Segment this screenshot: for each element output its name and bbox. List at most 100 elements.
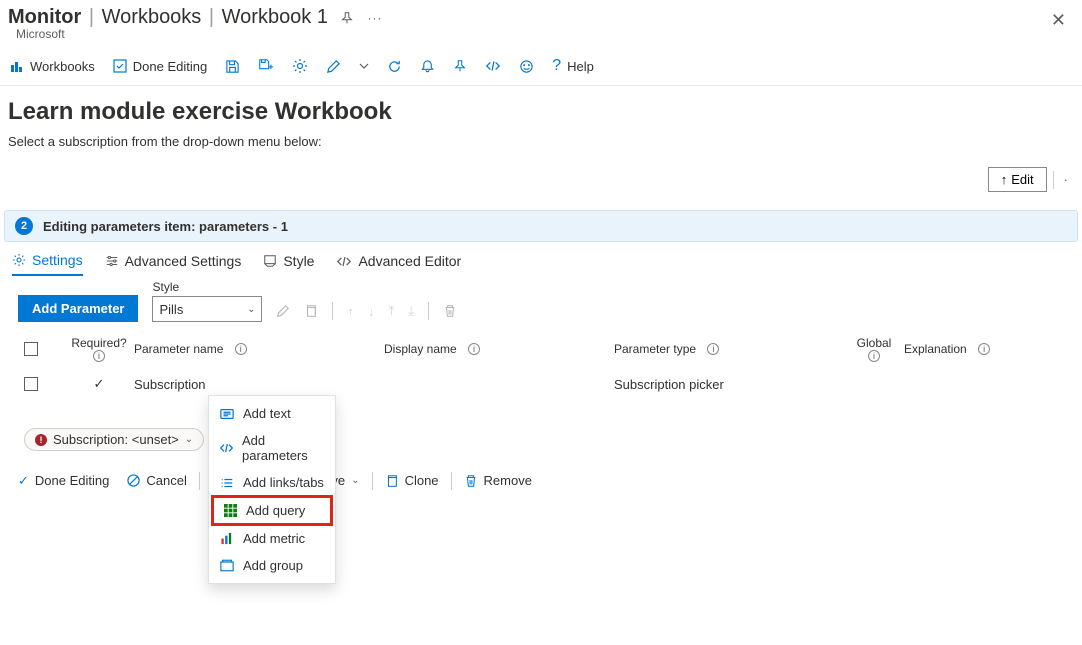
grid-icon — [222, 504, 238, 517]
separator — [332, 302, 333, 320]
code-icon — [219, 442, 234, 454]
arrow-top-icon[interactable]: ⤒ — [388, 303, 394, 319]
info-icon[interactable]: i — [468, 343, 480, 355]
section-header: 2 Editing parameters item: parameters - … — [4, 210, 1078, 242]
toolbar-help-label: Help — [567, 59, 594, 74]
add-parameter-button[interactable]: Add Parameter — [18, 295, 138, 322]
refresh-icon[interactable] — [387, 59, 402, 74]
toolbar: Workbooks Done Editing ? Help — [0, 51, 1082, 86]
pin-toolbar-icon[interactable] — [453, 59, 467, 73]
tab-settings[interactable]: Settings — [12, 252, 83, 276]
separator — [428, 302, 429, 320]
cell-param-name: Subscription — [134, 377, 384, 392]
tab-advanced-editor[interactable]: Advanced Editor — [336, 252, 461, 276]
save-icon[interactable] — [225, 59, 240, 74]
header: Monitor | Workbooks | Workbook 1 ··· Mic… — [0, 0, 1082, 51]
bc-monitor[interactable]: Monitor — [8, 6, 81, 28]
sliders-icon — [105, 254, 119, 268]
col-param-name: Parameter name i — [134, 342, 384, 356]
chevron-down-icon: ⌄ — [247, 304, 255, 315]
error-icon: ! — [35, 434, 47, 446]
remove-button[interactable]: Remove — [458, 471, 538, 490]
tab-style-label: Style — [283, 253, 314, 269]
edit-pencil-icon[interactable] — [326, 59, 341, 74]
menu-add-metric[interactable]: Add metric — [209, 525, 335, 552]
pin-icon[interactable] — [338, 9, 356, 27]
col-global: Globali — [844, 336, 904, 362]
pill-value: <unset> — [132, 432, 179, 447]
close-icon[interactable]: ✕ — [1043, 6, 1074, 35]
toolbar-done-label: Done Editing — [133, 59, 207, 74]
group-icon — [219, 559, 235, 572]
chevron-down-icon[interactable] — [359, 61, 369, 71]
trash-icon — [464, 474, 478, 488]
arrow-down-icon[interactable]: ↓ — [368, 304, 375, 319]
tab-settings-label: Settings — [32, 252, 83, 268]
col-required: Required?i — [64, 336, 134, 362]
info-icon[interactable]: i — [235, 343, 247, 355]
cancel-icon — [127, 474, 140, 487]
trash-icon[interactable] — [443, 304, 457, 318]
edit-button-label: Edit — [1011, 172, 1033, 187]
gear-icon[interactable] — [292, 58, 308, 74]
copy-icon[interactable] — [304, 304, 318, 318]
parameter-table: Required?i Parameter name i Display name… — [0, 328, 1082, 398]
alert-icon[interactable] — [420, 59, 435, 74]
menu-add-parameters[interactable]: Add parameters — [209, 427, 335, 469]
edit-icon[interactable] — [276, 304, 290, 318]
menu-add-text[interactable]: Add text — [209, 400, 335, 427]
arrow-up-icon[interactable]: ↑ — [347, 304, 354, 319]
edit-button[interactable]: ↑ Edit — [988, 167, 1047, 192]
toolbar-done[interactable]: Done Editing — [113, 59, 207, 74]
code-icon — [336, 255, 352, 268]
more-icon[interactable]: · — [1060, 172, 1072, 187]
col-param-type: Parameter type i — [614, 342, 844, 356]
bc-workbooks[interactable]: Workbooks — [102, 6, 202, 28]
info-icon[interactable]: i — [868, 350, 880, 362]
separator — [1053, 171, 1054, 189]
tab-editor-label: Advanced Editor — [358, 253, 461, 269]
bc-current: Workbook 1 — [222, 6, 328, 28]
info-icon[interactable]: i — [978, 343, 990, 355]
info-icon[interactable]: i — [93, 350, 105, 362]
select-all-checkbox[interactable] — [24, 342, 38, 356]
subscription-pill[interactable]: ! Subscription: <unset> ⌄ — [24, 428, 204, 451]
tab-style[interactable]: Style — [263, 252, 314, 276]
clone-button[interactable]: Clone — [379, 471, 445, 490]
feedback-icon[interactable] — [519, 59, 534, 74]
toolbar-workbooks-label: Workbooks — [30, 59, 95, 74]
col-explanation: Explanation i — [904, 342, 1024, 356]
style-select[interactable]: Pills ⌄ — [152, 296, 262, 322]
instruction-text: Select a subscription from the drop-down… — [8, 134, 1074, 149]
done-editing-button[interactable]: ✓Done Editing — [12, 471, 115, 491]
separator — [451, 472, 452, 490]
code-icon[interactable] — [485, 59, 501, 73]
tabs: Settings Advanced Settings Style Advance… — [0, 242, 1082, 276]
menu-add-links[interactable]: Add links/tabs — [209, 469, 335, 496]
cancel-button[interactable]: Cancel — [121, 471, 192, 490]
done-edit-icon — [113, 59, 127, 73]
menu-add-query[interactable]: Add query — [211, 495, 333, 526]
bottom-toolbar: ✓Done Editing Cancel ＋Add ⌄ Move ⌄ Clone… — [0, 459, 1082, 502]
section-title: Editing parameters item: parameters - 1 — [43, 219, 288, 234]
org-name: Microsoft — [8, 27, 384, 41]
breadcrumb: Monitor | Workbooks | Workbook 1 ··· — [8, 6, 384, 29]
separator — [372, 472, 373, 490]
tab-advanced-settings[interactable]: Advanced Settings — [105, 252, 242, 276]
page-title: Learn module exercise Workbook — [8, 98, 1074, 126]
more-icon[interactable]: ··· — [366, 9, 384, 27]
chevron-down-icon: ⌄ — [351, 475, 359, 486]
toolbar-workbooks[interactable]: Workbooks — [10, 59, 95, 74]
style-label: Style — [152, 280, 262, 294]
info-icon[interactable]: i — [707, 343, 719, 355]
help-icon: ? — [552, 57, 561, 75]
arrow-bottom-icon[interactable]: ⤓ — [408, 303, 414, 319]
gear-icon — [12, 253, 26, 267]
toolbar-help[interactable]: ? Help — [552, 57, 594, 75]
menu-add-group[interactable]: Add group — [209, 552, 335, 579]
list-icon — [219, 477, 235, 489]
row-checkbox[interactable] — [24, 377, 38, 391]
table-row[interactable]: ✓ Subscription Subscription picker — [24, 370, 1066, 398]
separator — [199, 472, 200, 490]
saveas-icon[interactable] — [258, 58, 274, 74]
